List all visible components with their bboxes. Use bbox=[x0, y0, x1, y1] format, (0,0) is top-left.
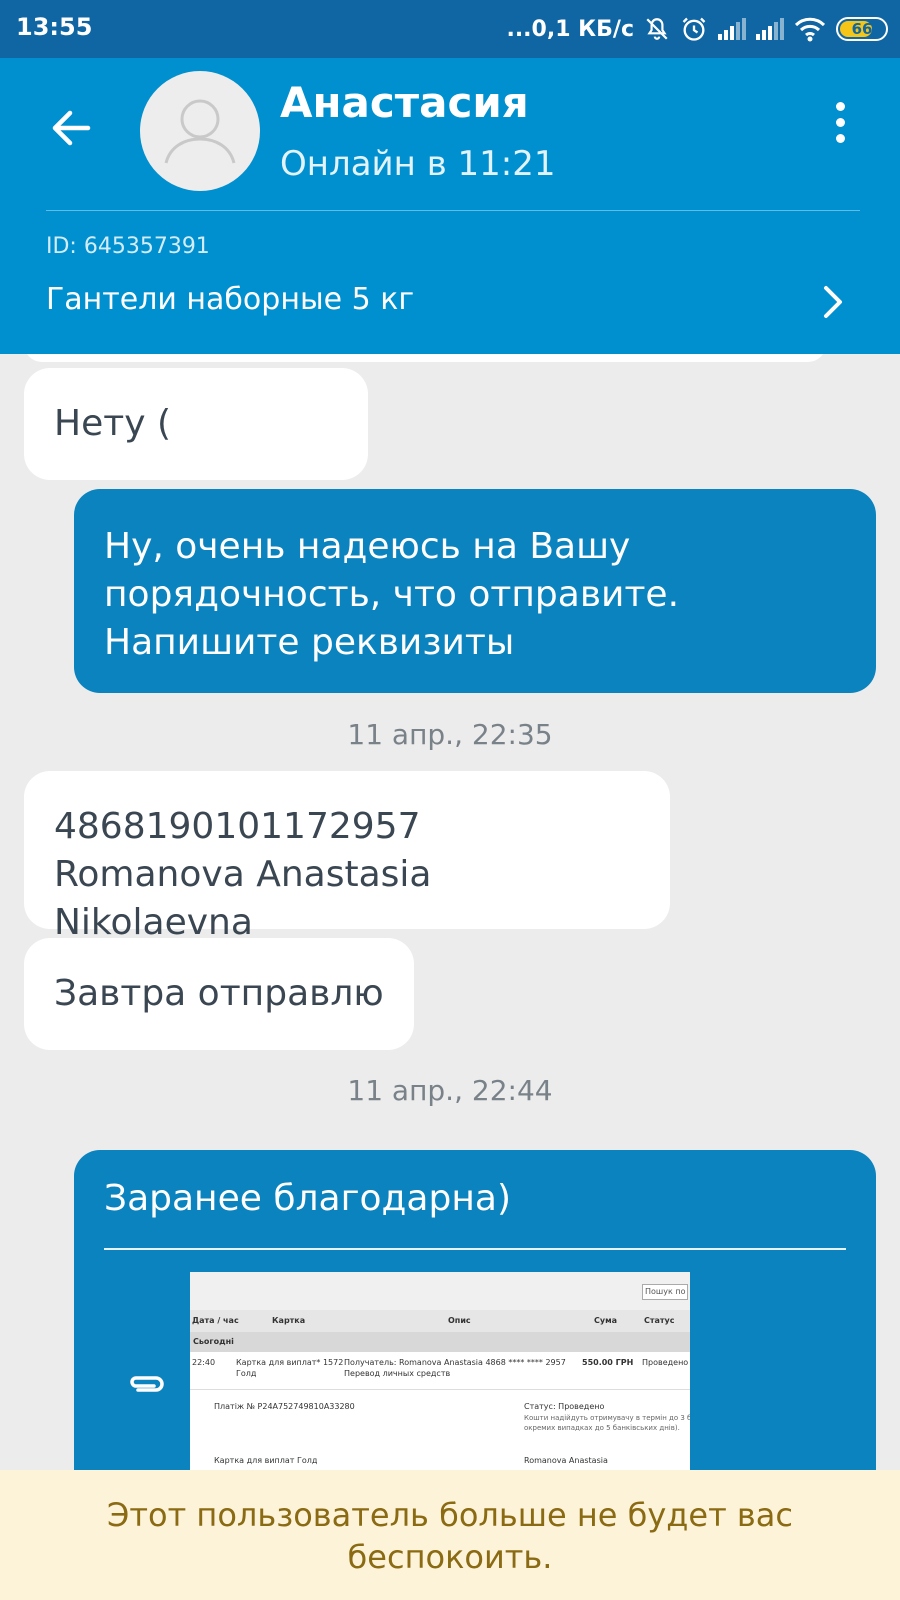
contact-online-status: Онлайн в 11:21 bbox=[280, 144, 556, 184]
user-placeholder-icon bbox=[164, 99, 236, 164]
receipt-cell: Получатель: Romanova Anastasia 4868 ****… bbox=[344, 1358, 566, 1367]
signal-icon bbox=[718, 18, 746, 40]
attachment-divider bbox=[104, 1248, 846, 1250]
message-text: Завтра отправлю bbox=[54, 973, 384, 1014]
battery-level: 66 bbox=[851, 20, 873, 38]
network-speed: ...0,1 КБ/с bbox=[506, 16, 634, 42]
incoming-message[interactable]: Завтра отправлю bbox=[24, 938, 414, 1050]
receipt-note: Кошти надійдуть отримувачу в термін до 3… bbox=[524, 1414, 690, 1422]
receipt-transaction-row: 22:40 Картка для виплат* 1572 Голд Получ… bbox=[190, 1352, 690, 1390]
incoming-message[interactable]: Нету ( bbox=[24, 368, 368, 480]
receipt-card-name: Картка для виплат Голд bbox=[214, 1456, 318, 1465]
receipt-header-cell: Картка bbox=[272, 1316, 306, 1325]
blocked-user-banner: Этот пользователь больше не будет вас бе… bbox=[0, 1470, 900, 1600]
message-timestamp: 11 апр., 22:44 bbox=[347, 1074, 553, 1107]
alarm-icon bbox=[682, 17, 706, 41]
receipt-cell: Перевод личных средств bbox=[344, 1369, 451, 1378]
status-bar: 13:55 ...0,1 КБ/с 66 bbox=[0, 0, 900, 58]
receipt-cell: Голд bbox=[236, 1369, 257, 1378]
message-text-line: порядочность, что отправите. bbox=[104, 574, 680, 615]
receipt-cell: 550.00 ГРН bbox=[582, 1358, 634, 1367]
receipt-section-label: Сьогодні bbox=[190, 1332, 690, 1352]
outgoing-message-with-attachment[interactable]: Заранее благодарна) Пошук по Дата / час … bbox=[74, 1150, 876, 1470]
receipt-cell: 22:40 bbox=[192, 1358, 216, 1367]
incoming-message[interactable]: 4868190101172957 Romanova Anastasia Niko… bbox=[24, 771, 670, 943]
receipt-header-cell: Статус bbox=[644, 1316, 675, 1325]
ad-title-link[interactable]: Гантели наборные 5 кг bbox=[46, 282, 414, 317]
more-options-icon[interactable] bbox=[824, 102, 856, 154]
message-list[interactable]: Нету ( Ну, очень надеюсь на Вашу порядоч… bbox=[0, 354, 900, 1470]
message-timestamp: 11 апр., 22:35 bbox=[347, 718, 553, 751]
banner-text-line: беспокоить. bbox=[347, 1538, 553, 1576]
header-divider bbox=[46, 210, 860, 211]
previous-message-bubble[interactable] bbox=[24, 354, 826, 362]
avatar[interactable] bbox=[140, 71, 260, 191]
receipt-cell: Проведено bbox=[642, 1358, 689, 1367]
wifi-icon bbox=[794, 17, 826, 42]
message-text-line: Ну, очень надеюсь на Вашу bbox=[104, 526, 631, 567]
back-arrow-icon[interactable] bbox=[44, 100, 100, 156]
paperclip-icon bbox=[130, 1376, 164, 1392]
ad-id: ID: 645357391 bbox=[46, 234, 210, 259]
receipt-header-cell: Опис bbox=[448, 1316, 471, 1325]
message-text-line: Romanova Anastasia Nikolaevna bbox=[54, 854, 432, 943]
banner-text-line: Этот пользователь больше не будет вас bbox=[107, 1496, 793, 1534]
status-icons: ...0,1 КБ/с 66 bbox=[506, 12, 888, 46]
message-text-line: Напишите реквизиты bbox=[104, 622, 515, 663]
message-text-line: 4868190101172957 bbox=[54, 806, 421, 847]
chat-header: Анастасия Онлайн в 11:21 ID: 645357391 Г… bbox=[0, 58, 900, 354]
receipt-table-header: Дата / час Картка Опис Сума Статус bbox=[190, 1310, 690, 1332]
chevron-right-icon[interactable] bbox=[818, 282, 848, 322]
status-time: 13:55 bbox=[16, 13, 93, 41]
message-text: Заранее благодарна) bbox=[104, 1178, 511, 1219]
receipt-details: Платіж № P24A752749810A33280 Статус: Про… bbox=[190, 1390, 690, 1470]
bell-off-icon bbox=[646, 18, 668, 40]
receipt-note: окремих випадках до 5 банківських днів). bbox=[524, 1424, 680, 1432]
battery-icon: 66 bbox=[836, 17, 888, 41]
receipt-header-cell: Сума bbox=[594, 1316, 618, 1325]
receipt-recipient: Romanova Anastasia bbox=[524, 1456, 608, 1465]
receipt-cell: Картка для виплат* 1572 bbox=[236, 1358, 344, 1367]
receipt-search-field: Пошук по bbox=[642, 1284, 688, 1300]
receipt-payment-number: Платіж № P24A752749810A33280 bbox=[214, 1402, 355, 1411]
attachment-image-receipt[interactable]: Пошук по Дата / час Картка Опис Сума Ста… bbox=[190, 1272, 690, 1470]
signal-icon-2 bbox=[756, 18, 784, 40]
receipt-header-cell: Дата / час bbox=[192, 1316, 239, 1325]
message-text: Нету ( bbox=[54, 403, 171, 444]
contact-name[interactable]: Анастасия bbox=[280, 78, 529, 127]
receipt-status: Статус: Проведено bbox=[524, 1402, 605, 1411]
outgoing-message[interactable]: Ну, очень надеюсь на Вашу порядочность, … bbox=[74, 489, 876, 693]
